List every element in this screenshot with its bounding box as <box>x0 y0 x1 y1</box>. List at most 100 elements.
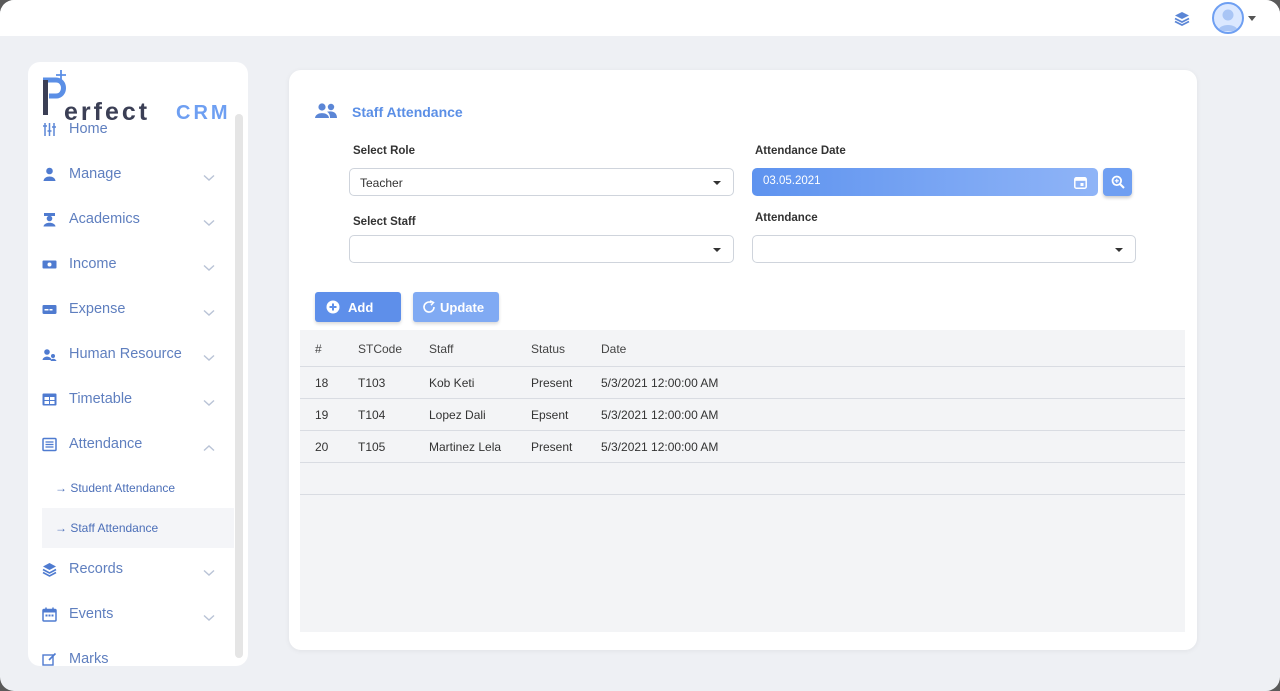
table-row[interactable]: 19 T104 Lopez Dali Epsent 5/3/2021 12:00… <box>300 399 1185 431</box>
sidebar-item-records[interactable]: Records <box>28 550 234 590</box>
calendar-icon[interactable] <box>1074 176 1087 189</box>
table-row[interactable]: 18 T103 Kob Keti Present 5/3/2021 12:00:… <box>300 367 1185 399</box>
list-icon <box>42 437 57 452</box>
select-staff-dropdown[interactable] <box>349 235 734 263</box>
calendar-icon <box>42 607 57 622</box>
select-role-dropdown[interactable]: Teacher <box>349 168 734 196</box>
user-avatar-icon[interactable] <box>1212 2 1244 34</box>
sidebar-item-label: Attendance <box>69 436 143 452</box>
cell-number: 18 <box>315 376 329 390</box>
sidebar-item-expense[interactable]: Expense <box>28 290 234 330</box>
sidebar-subitem-staff-attendance[interactable]: → Staff Attendance <box>42 508 234 548</box>
select-staff-label: Select Staff <box>353 216 416 228</box>
sliders-icon <box>42 122 57 137</box>
cell-staff: Lopez Dali <box>429 408 486 422</box>
users-icon <box>42 347 57 362</box>
cell-number: 19 <box>315 408 329 422</box>
cell-stcode: T103 <box>358 376 386 390</box>
sidebar: erfect CRM Home Manage Academics Income … <box>28 62 248 666</box>
attendance-date-label: Attendance Date <box>755 145 846 157</box>
chevron-down-icon <box>203 214 215 226</box>
chevron-down-icon <box>203 394 215 406</box>
sidebar-item-attendance[interactable]: Attendance <box>28 425 234 465</box>
attendance-table: # STCode Staff Status Date 18 T103 Kob K… <box>300 330 1185 632</box>
layers-icon[interactable] <box>1173 10 1191 28</box>
edit-icon <box>42 652 57 666</box>
sidebar-item-label: Marks <box>69 651 109 666</box>
cell-number: 20 <box>315 440 329 454</box>
app-frame: erfect CRM Home Manage Academics Income … <box>0 0 1280 691</box>
column-header-status[interactable]: Status <box>531 342 565 356</box>
column-header-staff[interactable]: Staff <box>429 342 453 356</box>
cell-date: 5/3/2021 12:00:00 AM <box>601 376 719 390</box>
sidebar-item-label: Manage <box>69 166 122 182</box>
sidebar-item-manage[interactable]: Manage <box>28 155 234 195</box>
add-button-label: Add <box>348 300 374 315</box>
column-header-stcode[interactable]: STCode <box>358 342 402 356</box>
search-icon <box>1111 175 1125 189</box>
caret-down-icon <box>1115 248 1123 252</box>
add-button[interactable]: Add <box>315 292 401 322</box>
sidebar-item-label: Human Resource <box>69 346 182 362</box>
caret-down-icon <box>713 248 721 252</box>
cell-staff: Kob Keti <box>429 376 475 390</box>
sidebar-item-label: Timetable <box>69 391 133 407</box>
sidebar-item-income[interactable]: Income <box>28 245 234 285</box>
cell-date: 5/3/2021 12:00:00 AM <box>601 440 719 454</box>
table-row[interactable]: 20 T105 Martinez Lela Present 5/3/2021 1… <box>300 431 1185 463</box>
sidebar-item-events[interactable]: Events <box>28 595 234 635</box>
attendance-date-input[interactable]: 03.05.2021 <box>752 168 1098 196</box>
cell-stcode: T105 <box>358 440 386 454</box>
cell-status: Epsent <box>531 408 569 422</box>
attendance-date-value: 03.05.2021 <box>763 175 821 187</box>
sidebar-scrollbar[interactable] <box>235 114 243 658</box>
graduate-icon <box>42 212 57 227</box>
table-icon <box>42 392 57 407</box>
select-role-label: Select Role <box>353 145 415 157</box>
cell-status: Present <box>531 376 573 390</box>
cell-stcode: T104 <box>358 408 386 422</box>
table-row-empty <box>300 463 1185 495</box>
chevron-down-icon[interactable] <box>1248 16 1256 21</box>
update-button[interactable]: Update <box>413 292 499 322</box>
chevron-down-icon <box>203 609 215 621</box>
staff-attendance-card: Staff Attendance Select Role Teacher Att… <box>289 70 1197 650</box>
caret-down-icon <box>713 181 721 185</box>
sidebar-item-home[interactable]: Home <box>28 110 234 150</box>
top-bar <box>0 0 1280 36</box>
sidebar-subitem-label: → Student Attendance <box>55 481 176 495</box>
cash-icon <box>42 257 57 272</box>
refresh-icon <box>422 300 436 314</box>
table-header: # STCode Staff Status Date <box>300 330 1185 367</box>
column-header-date[interactable]: Date <box>601 342 626 356</box>
sidebar-subitem-student-attendance[interactable]: → Student Attendance <box>42 468 234 508</box>
sidebar-subitem-label: → Staff Attendance <box>55 521 159 535</box>
chevron-up-icon <box>203 439 215 452</box>
chevron-down-icon <box>203 304 215 316</box>
chevron-down-icon <box>203 349 215 361</box>
sidebar-item-label: Expense <box>69 301 126 317</box>
sidebar-item-label: Income <box>69 256 117 272</box>
sidebar-item-label: Events <box>69 606 114 622</box>
sidebar-item-human-resource[interactable]: Human Resource <box>28 335 234 375</box>
sidebar-item-academics[interactable]: Academics <box>28 200 234 240</box>
sidebar-item-label: Home <box>69 121 108 137</box>
select-role-value: Teacher <box>360 176 403 190</box>
user-icon <box>42 167 57 182</box>
sidebar-item-label: Records <box>69 561 123 577</box>
cell-staff: Martinez Lela <box>429 440 502 454</box>
card-icon <box>42 302 57 317</box>
cell-date: 5/3/2021 12:00:00 AM <box>601 408 719 422</box>
sidebar-item-label: Academics <box>69 211 140 227</box>
chevron-down-icon <box>203 564 215 576</box>
cell-status: Present <box>531 440 573 454</box>
layers-icon <box>42 562 57 577</box>
search-date-button[interactable] <box>1103 168 1132 196</box>
attendance-dropdown[interactable] <box>752 235 1136 263</box>
sidebar-item-timetable[interactable]: Timetable <box>28 380 234 420</box>
column-header-number[interactable]: # <box>315 342 322 356</box>
page-title: Staff Attendance <box>352 104 463 120</box>
users-icon <box>314 102 338 120</box>
plus-circle-icon <box>326 300 340 314</box>
sidebar-item-marks[interactable]: Marks <box>28 640 234 666</box>
